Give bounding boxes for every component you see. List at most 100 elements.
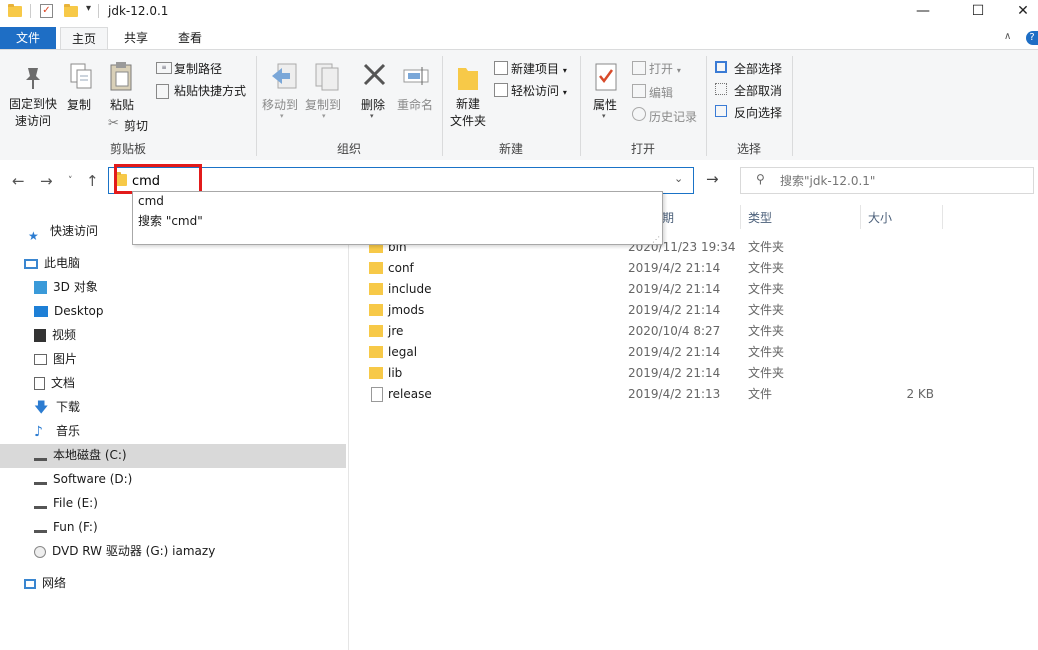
nav-videos[interactable]: 视频 — [34, 324, 76, 346]
file-row[interactable]: jre 2020/10/4 8:27 文件夹 — [364, 321, 964, 342]
back-arrow-icon[interactable]: ← — [12, 172, 25, 190]
paste-button[interactable]: 粘贴 — [110, 96, 134, 113]
delete-icon — [362, 62, 388, 93]
nav-desktop[interactable]: Desktop — [34, 300, 104, 322]
file-type: 文件夹 — [748, 240, 785, 254]
nav-3d-objects[interactable]: 3D 对象 — [34, 276, 98, 298]
pin-icon — [22, 64, 44, 93]
column-header-date[interactable]: 期 — [662, 209, 674, 226]
file-date: 2019/4/2 21:14 — [628, 282, 721, 296]
autocomplete-item[interactable]: 搜索 "cmd" — [138, 212, 203, 229]
nav-label: 文档 — [51, 376, 76, 390]
folder-icon — [369, 283, 383, 295]
divider — [860, 205, 861, 229]
cut-button[interactable]: 剪切 — [124, 117, 148, 134]
new-folder-button[interactable]: 新建 文件夹 — [450, 96, 486, 130]
file-name: legal — [388, 345, 418, 359]
properties-button[interactable]: 属性 — [593, 96, 617, 113]
nav-quick-access[interactable]: ★ 快速访问 — [28, 220, 98, 243]
move-to-button[interactable]: 移动到 — [262, 96, 298, 113]
nav-dvd-drive[interactable]: DVD RW 驱动器 (G:) iamazy — [34, 540, 215, 562]
tab-home[interactable]: 主页 — [60, 27, 108, 50]
maximize-button[interactable]: ☐ — [955, 0, 1001, 24]
file-type: 文件夹 — [748, 261, 785, 275]
autocomplete-item[interactable]: cmd — [138, 194, 164, 208]
select-all-icon — [715, 61, 727, 73]
copy-path-button[interactable]: 复制路径 — [174, 60, 222, 77]
nav-drive-e[interactable]: File (E:) — [34, 492, 98, 514]
properties-icon — [594, 62, 618, 95]
rename-button[interactable]: 重命名 — [397, 96, 433, 113]
file-type: 文件夹 — [748, 282, 785, 296]
easy-access-button[interactable]: 轻松访问 ▾ — [511, 82, 567, 99]
search-input[interactable] — [780, 172, 1020, 190]
file-row[interactable]: jmods 2019/4/2 21:14 文件夹 — [364, 300, 964, 321]
history-icon — [632, 107, 646, 121]
ribbon-tabs: 文件 主页 共享 查看 ∧ ? — [0, 27, 1038, 50]
divider — [30, 4, 31, 18]
edit-icon — [632, 84, 646, 98]
file-row[interactable]: lib 2019/4/2 21:14 文件夹 — [364, 363, 964, 384]
help-icon[interactable]: ? — [1026, 31, 1038, 45]
nav-documents[interactable]: 文档 — [34, 372, 75, 394]
select-none-button[interactable]: 全部取消 — [734, 82, 782, 99]
minimize-button[interactable]: — — [900, 0, 946, 24]
forward-arrow-icon[interactable]: → — [40, 172, 53, 190]
close-button[interactable]: ✕ — [1000, 0, 1038, 24]
nav-downloads[interactable]: 🡇 下载 — [34, 396, 80, 418]
tab-view[interactable]: 查看 — [168, 27, 212, 49]
pin-quick-access-button[interactable]: 固定到快 速访问 — [8, 96, 58, 130]
chevron-down-icon[interactable]: ⌄ — [674, 172, 683, 185]
file-row[interactable]: conf 2019/4/2 21:14 文件夹 — [364, 258, 964, 279]
nav-drive-d[interactable]: Software (D:) — [34, 468, 132, 490]
address-input[interactable] — [132, 172, 662, 190]
drive-icon — [34, 498, 47, 509]
new-item-button[interactable]: 新建项目 ▾ — [511, 60, 567, 77]
tab-share[interactable]: 共享 — [114, 27, 158, 49]
copy-to-button[interactable]: 复制到 — [305, 96, 341, 113]
file-row[interactable]: legal 2019/4/2 21:14 文件夹 — [364, 342, 964, 363]
file-row[interactable]: release 2019/4/2 21:13 文件 2 KB — [364, 384, 964, 405]
copy-button[interactable]: 复制 — [67, 96, 91, 113]
file-type: 文件夹 — [748, 324, 785, 338]
nav-drive-c[interactable]: 本地磁盘 (C:) — [34, 444, 127, 466]
column-header-type[interactable]: 类型 — [748, 209, 772, 226]
file-name: lib — [388, 366, 403, 380]
file-name: include — [388, 282, 432, 296]
properties-icon[interactable]: ✓ — [40, 4, 53, 18]
column-header-size[interactable]: 大小 — [868, 209, 892, 226]
disc-icon — [34, 545, 46, 558]
folder-icon — [369, 367, 383, 379]
file-row[interactable]: include 2019/4/2 21:14 文件夹 — [364, 279, 964, 300]
file-type: 文件 — [748, 387, 773, 401]
go-arrow-icon[interactable]: → — [706, 170, 719, 188]
recent-locations-icon[interactable]: ˅ — [68, 176, 73, 186]
paste-shortcut-button[interactable]: 粘贴快捷方式 — [174, 82, 246, 99]
edit-button[interactable]: 编辑 — [649, 84, 673, 101]
drive-icon — [34, 474, 47, 485]
nav-this-pc[interactable]: 此电脑 — [24, 252, 80, 274]
chevron-up-icon[interactable]: ∧ — [1004, 31, 1011, 42]
nav-pictures[interactable]: 图片 — [34, 348, 77, 370]
up-arrow-icon[interactable]: ↑ — [86, 172, 99, 190]
new-folder-icon[interactable] — [64, 4, 78, 18]
paste-icon — [108, 60, 134, 95]
window-title: jdk-12.0.1 — [108, 4, 169, 18]
chevron-down-icon: ▾ — [676, 66, 681, 75]
history-button[interactable]: 历史记录 — [649, 108, 697, 125]
resize-grip-icon[interactable]: ⋰ — [652, 235, 660, 244]
tab-file[interactable]: 文件 — [0, 27, 56, 49]
nav-music[interactable]: ♪ 音乐 — [34, 420, 80, 442]
easy-access-label: 轻松访问 — [511, 84, 560, 98]
nav-label: 视频 — [52, 328, 77, 342]
select-all-button[interactable]: 全部选择 — [734, 60, 782, 77]
invert-selection-button[interactable]: 反向选择 — [734, 104, 782, 121]
file-date: 2020/10/4 8:27 — [628, 324, 721, 338]
delete-button[interactable]: 删除 — [361, 96, 385, 113]
open-button[interactable]: 打开 ▾ — [649, 60, 681, 77]
search-icon: ⚲ — [756, 172, 765, 186]
folder-icon — [369, 304, 383, 316]
customize-qa-icon[interactable]: ▾ — [86, 3, 91, 14]
nav-drive-f[interactable]: Fun (F:) — [34, 516, 98, 538]
nav-network[interactable]: 网络 — [24, 572, 66, 594]
